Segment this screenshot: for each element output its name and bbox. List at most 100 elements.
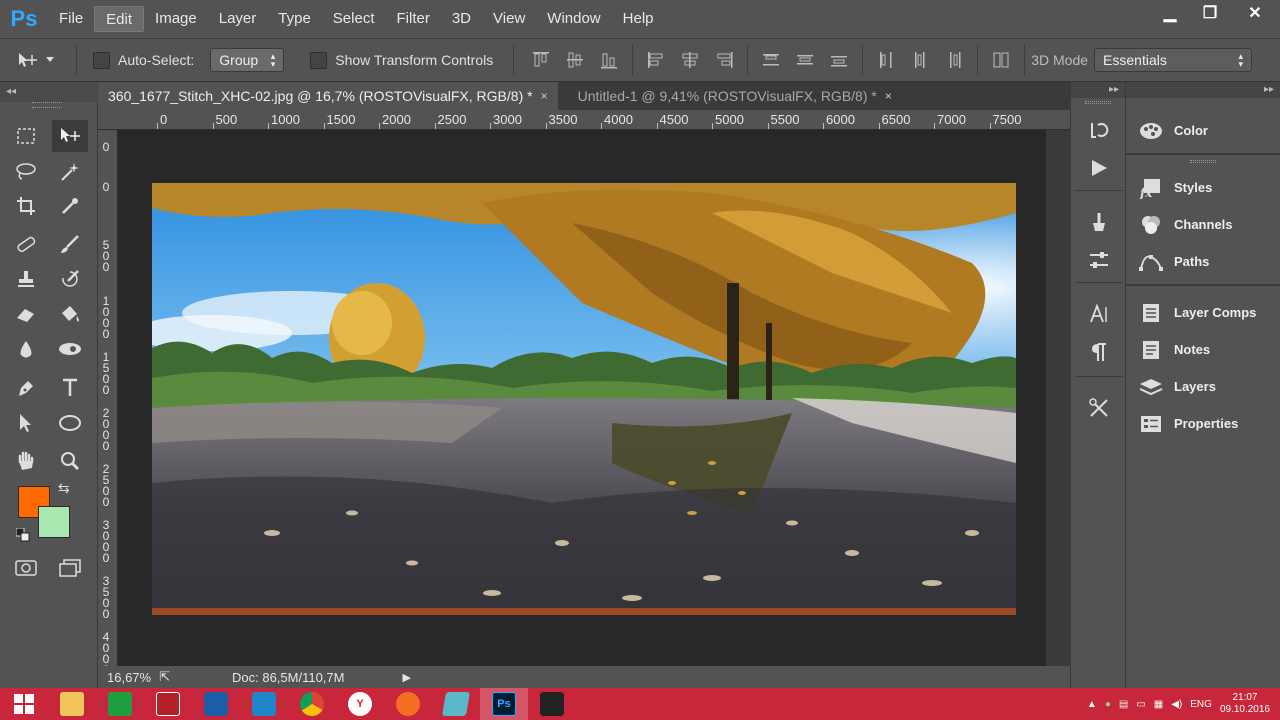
restore-button[interactable]: ❐ <box>1190 0 1230 26</box>
swap-colors-icon[interactable]: ⇆ <box>58 480 70 497</box>
vertical-scrollbar[interactable] <box>1046 130 1070 666</box>
taskbar-app-9[interactable] <box>432 688 480 720</box>
clone-stamp-tool-icon[interactable] <box>8 263 44 295</box>
menu-type[interactable]: Type <box>267 6 322 32</box>
menu-select[interactable]: Select <box>322 6 386 32</box>
network-icon[interactable]: ▦ <box>1154 699 1163 710</box>
zoom-tool-icon[interactable] <box>52 445 88 477</box>
panel-color[interactable]: Color <box>1126 112 1280 149</box>
menu-window[interactable]: Window <box>536 6 611 32</box>
move-tool-icon[interactable] <box>52 120 88 152</box>
status-menu-arrow-icon[interactable]: ▶ <box>402 671 410 684</box>
menu-help[interactable]: Help <box>612 6 665 32</box>
tab-document-2[interactable]: Untitled-1 @ 9,41% (ROSTOVisualFX, RGB/8… <box>568 82 902 110</box>
distribute-bottom-icon[interactable] <box>828 49 850 71</box>
taskbar-explorer[interactable] <box>48 688 96 720</box>
panel-channels[interactable]: Channels <box>1126 206 1280 243</box>
language-indicator[interactable]: ENG <box>1190 699 1212 710</box>
align-bottom-icon[interactable] <box>598 49 620 71</box>
lasso-tool-icon[interactable] <box>8 155 44 187</box>
menu-image[interactable]: Image <box>144 6 208 32</box>
dock-grip[interactable] <box>1071 98 1125 106</box>
toolbox-grip[interactable] <box>32 102 62 108</box>
history-brush-tool-icon[interactable] <box>52 263 88 295</box>
ruler-vertical[interactable]: 0 0 5 0 0 1 0 0 0 1 5 0 0 2 0 0 0 2 5 0 0 3 0 0… <box>98 130 118 676</box>
start-button[interactable] <box>0 688 48 720</box>
taskbar-firefox[interactable] <box>384 688 432 720</box>
dock-collapse-bar[interactable]: ▸▸ <box>1071 82 1125 98</box>
close-button[interactable]: ✕ <box>1230 0 1280 26</box>
ellipse-tool-icon[interactable] <box>52 407 88 439</box>
workspace-dropdown[interactable]: Essentials ▴ ▾ <box>1094 48 1253 72</box>
panel-properties[interactable]: Properties <box>1126 405 1280 442</box>
menu-edit[interactable]: Edit <box>94 6 145 32</box>
paint-bucket-tool-icon[interactable] <box>52 298 88 330</box>
brush-tool-icon[interactable] <box>52 228 88 260</box>
tray-app-icon[interactable]: ● <box>1105 699 1111 710</box>
close-tab-icon[interactable]: × <box>885 89 892 103</box>
hand-tool-icon[interactable] <box>8 445 44 477</box>
brush-settings-icon[interactable] <box>1085 394 1113 422</box>
tab-document-1[interactable]: 360_1677_Stitch_XHC-02.jpg @ 16,7% (ROST… <box>98 82 558 110</box>
menu-file[interactable]: File <box>48 6 94 32</box>
align-right-icon[interactable] <box>713 49 735 71</box>
auto-select-dropdown[interactable]: Group ▴ ▾ <box>210 48 285 72</box>
pen-tool-icon[interactable] <box>8 372 44 404</box>
taskbar-chrome[interactable] <box>288 688 336 720</box>
menu-view[interactable]: View <box>482 6 536 32</box>
panel-layer-comps[interactable]: Layer Comps <box>1126 294 1280 331</box>
distribute-left-icon[interactable] <box>875 49 897 71</box>
eyedropper-tool-icon[interactable] <box>52 190 88 222</box>
panel-grip[interactable] <box>1126 157 1280 165</box>
magic-wand-tool-icon[interactable] <box>52 155 88 187</box>
menu-3d[interactable]: 3D <box>441 6 482 32</box>
align-top-icon[interactable] <box>530 49 552 71</box>
character-icon[interactable] <box>1085 300 1113 328</box>
zoom-level[interactable]: 16,67% <box>107 670 151 685</box>
tray-expand-icon[interactable]: ▲ <box>1087 699 1097 710</box>
actions-play-icon[interactable] <box>1085 154 1113 182</box>
history-icon[interactable] <box>1085 116 1113 144</box>
distribute-top-icon[interactable] <box>760 49 782 71</box>
panel-paths[interactable]: Paths <box>1126 243 1280 280</box>
panel-collapse-bar[interactable]: ▸▸ <box>1126 82 1280 98</box>
marquee-tool-icon[interactable] <box>8 120 44 152</box>
tray-app-icon[interactable]: ▤ <box>1119 699 1128 710</box>
distribute-vcenter-icon[interactable] <box>794 49 816 71</box>
paragraph-icon[interactable] <box>1085 338 1113 366</box>
distribute-hcenter-icon[interactable] <box>909 49 931 71</box>
default-colors-icon[interactable] <box>15 527 30 542</box>
toolbox-collapse-toggle[interactable]: ◂◂ <box>0 82 98 102</box>
blur-tool-icon[interactable] <box>8 333 44 365</box>
taskbar-app-5[interactable] <box>240 688 288 720</box>
tool-presets-icon[interactable] <box>1085 208 1113 236</box>
minimize-button[interactable]: ▁ <box>1150 0 1190 26</box>
background-color-swatch[interactable] <box>38 506 70 538</box>
menu-layer[interactable]: Layer <box>208 6 268 32</box>
taskbar-app-4[interactable] <box>192 688 240 720</box>
dodge-tool-icon[interactable] <box>52 333 88 365</box>
eraser-tool-icon[interactable] <box>8 298 44 330</box>
distribute-right-icon[interactable] <box>943 49 965 71</box>
panorama-image[interactable] <box>152 183 1016 615</box>
quick-mask-icon[interactable] <box>8 552 44 584</box>
align-left-icon[interactable] <box>645 49 667 71</box>
taskbar-app-11[interactable] <box>528 688 576 720</box>
crop-tool-icon[interactable] <box>8 190 44 222</box>
screen-mode-icon[interactable] <box>52 552 88 584</box>
panel-notes[interactable]: Notes <box>1126 331 1280 368</box>
auto-align-layers-icon[interactable] <box>990 49 1012 71</box>
export-icon[interactable]: ⇱ <box>159 669 170 685</box>
healing-brush-tool-icon[interactable] <box>8 228 44 260</box>
taskbar-yandex[interactable]: Y <box>336 688 384 720</box>
close-tab-icon[interactable]: × <box>541 89 548 103</box>
taskbar-photoshop[interactable]: Ps <box>480 688 528 720</box>
move-tool-preset-icon[interactable] <box>0 38 70 82</box>
align-hcenter-icon[interactable] <box>679 49 701 71</box>
panel-styles[interactable]: fx Styles <box>1126 169 1280 206</box>
menu-filter[interactable]: Filter <box>386 6 441 32</box>
ruler-horizontal[interactable]: 0 500 1000 1500 2000 2500 3000 3500 4000 4500 5000… <box>98 110 1070 130</box>
path-selection-tool-icon[interactable] <box>8 407 44 439</box>
taskbar-store[interactable] <box>96 688 144 720</box>
show-transform-checkbox[interactable] <box>310 51 328 69</box>
